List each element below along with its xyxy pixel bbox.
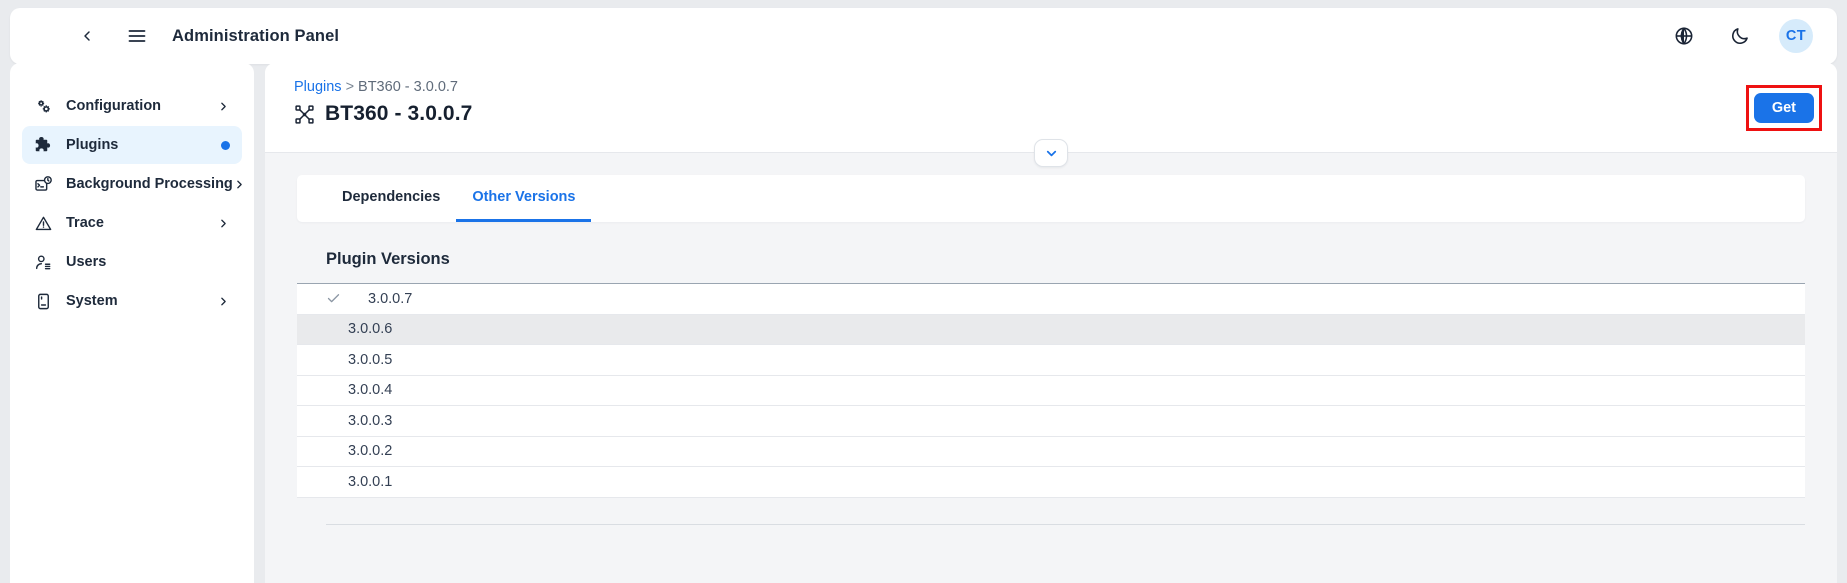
- version-label: 3.0.0.1: [348, 473, 393, 490]
- plugin-versions-table: 3.0.0.7 3.0.0.6 3.0.0.5 3.0.0.4 3.0.0.3: [297, 283, 1805, 498]
- breadcrumb-separator: >: [345, 79, 355, 95]
- sidebar-item-label: Users: [66, 254, 107, 270]
- sidebar-item-label: Background Processing: [66, 176, 233, 192]
- sidebar-item-label: System: [66, 293, 118, 309]
- language-button[interactable]: [1667, 19, 1701, 53]
- top-bar-right: CT: [1667, 19, 1837, 53]
- sidebar: Configuration Plugins Background Process…: [10, 63, 254, 583]
- table-row[interactable]: 3.0.0.7: [297, 284, 1805, 315]
- sidebar-item-label: Trace: [66, 215, 104, 231]
- table-row[interactable]: 3.0.0.6: [297, 314, 1805, 345]
- version-label: 3.0.0.7: [368, 290, 413, 307]
- tab-other-versions[interactable]: Other Versions: [456, 175, 592, 222]
- globe-icon: [1675, 27, 1693, 45]
- notification-dot: [221, 140, 230, 150]
- tab-bar: Dependencies Other Versions: [297, 175, 1805, 222]
- page-title-row: BT360 - 3.0.0.7: [294, 102, 1837, 126]
- app-root: Administration Panel CT Configuration Pl…: [0, 0, 1847, 583]
- table-bottom-spacer: [297, 497, 1805, 524]
- plugin-network-icon: [294, 104, 315, 125]
- table-row[interactable]: 3.0.0.3: [297, 406, 1805, 437]
- main-content: Plugins > BT360 - 3.0.0.7 BT360 - 3.0.0.7: [265, 63, 1837, 583]
- back-button[interactable]: [70, 19, 104, 53]
- chevron-left-icon: [84, 31, 90, 41]
- chevron-right-icon: [217, 217, 230, 230]
- sidebar-item-configuration[interactable]: Configuration: [22, 87, 242, 125]
- tab-dependencies[interactable]: Dependencies: [326, 175, 456, 222]
- avatar[interactable]: CT: [1779, 19, 1813, 53]
- table-row[interactable]: 3.0.0.5: [297, 345, 1805, 376]
- chevron-down-icon: [1046, 150, 1056, 156]
- sidebar-item-plugins[interactable]: Plugins: [22, 126, 242, 164]
- table-row[interactable]: 3.0.0.1: [297, 467, 1805, 498]
- table-row[interactable]: 3.0.0.2: [297, 436, 1805, 467]
- chevron-right-icon: [217, 100, 230, 113]
- breadcrumb-link-plugins[interactable]: Plugins: [294, 79, 342, 95]
- hamburger-menu-icon: [128, 30, 146, 42]
- background-processing-icon: [32, 173, 54, 195]
- chevron-right-icon: [217, 295, 230, 308]
- device-icon: [32, 290, 54, 312]
- get-button-highlight: Get: [1745, 85, 1822, 131]
- version-label: 3.0.0.6: [348, 321, 393, 338]
- sidebar-item-users[interactable]: Users: [22, 243, 242, 281]
- sidebar-item-system[interactable]: System: [22, 282, 242, 320]
- version-label: 3.0.0.2: [348, 443, 393, 460]
- sidebar-item-trace[interactable]: Trace: [22, 204, 242, 242]
- menu-button[interactable]: [120, 19, 154, 53]
- sidebar-item-label: Configuration: [66, 98, 162, 114]
- user-list-icon: [32, 251, 54, 273]
- collapse-toggle-button[interactable]: [1034, 139, 1068, 167]
- top-bar: Administration Panel CT: [10, 8, 1837, 64]
- theme-toggle-button[interactable]: [1723, 19, 1757, 53]
- bottom-divider: [326, 523, 1805, 525]
- app-title: Administration Panel: [172, 26, 340, 45]
- version-label: 3.0.0.4: [348, 382, 393, 399]
- version-label: 3.0.0.5: [348, 351, 393, 368]
- sidebar-item-label: Plugins: [66, 137, 119, 153]
- breadcrumb-current: BT360 - 3.0.0.7: [358, 79, 458, 95]
- gears-icon: [32, 95, 54, 117]
- page-title: BT360 - 3.0.0.7: [325, 102, 473, 125]
- sidebar-item-background-processing[interactable]: Background Processing: [22, 165, 242, 203]
- top-bar-left: Administration Panel: [10, 19, 339, 53]
- check-icon: [326, 291, 348, 306]
- puzzle-piece-icon: [32, 134, 54, 156]
- breadcrumb: Plugins > BT360 - 3.0.0.7: [294, 79, 1837, 95]
- get-button[interactable]: Get: [1753, 93, 1814, 123]
- warning-triangle-icon: [32, 212, 54, 234]
- moon-icon: [1732, 28, 1748, 44]
- version-label: 3.0.0.3: [348, 412, 393, 429]
- section-title-plugin-versions: Plugin Versions: [326, 250, 450, 268]
- chevron-right-icon: [233, 178, 246, 191]
- content-panel: Dependencies Other Versions Plugin Versi…: [265, 153, 1837, 583]
- table-row[interactable]: 3.0.0.4: [297, 375, 1805, 406]
